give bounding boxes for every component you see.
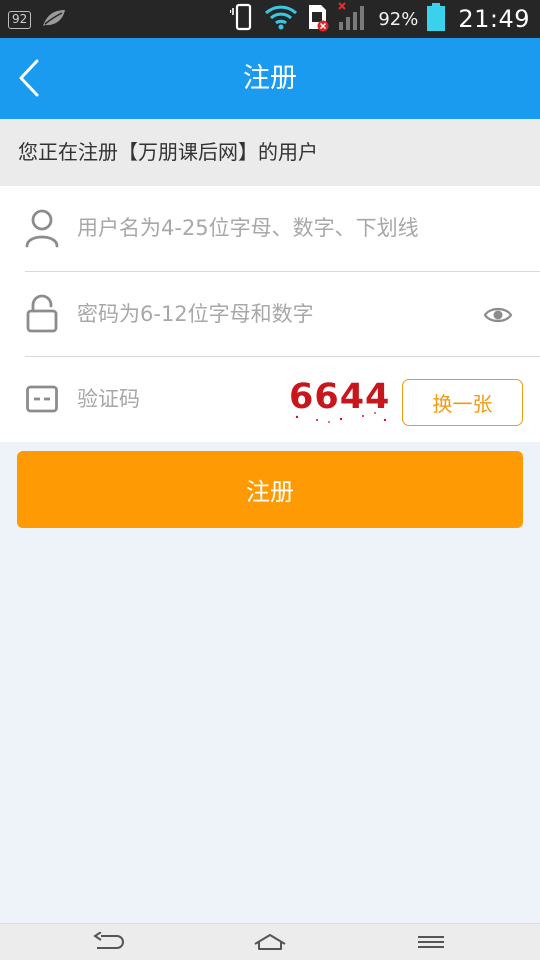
system-nav-bar [0,923,540,960]
nav-home-button[interactable] [240,927,300,957]
username-row [0,186,540,271]
back-nav-icon [93,932,124,949]
captcha-noise [295,412,387,423]
status-bar-right: 92% 21:49 [230,0,530,38]
notice-text: 您正在注册【万朋课后网】的用户 [18,140,318,164]
registration-notice: 您正在注册【万朋课后网】的用户 [0,119,540,186]
user-icon [24,208,60,248]
register-form: 6644 换一张 [0,186,540,442]
captcha-input[interactable] [77,379,267,419]
chevron-left-icon [19,59,39,97]
eye-icon [483,307,513,323]
password-input[interactable] [77,294,467,334]
header-bar: 注册 [0,38,540,119]
nav-menu-button[interactable] [401,927,461,957]
register-button[interactable]: 注册 [17,451,523,528]
menu-nav-icon [418,936,444,948]
back-button[interactable] [12,56,46,100]
sim-error-icon [306,2,330,36]
status-bar-left: 92 [8,8,67,32]
refresh-captcha-button[interactable]: 换一张 [402,379,523,426]
captcha-icon [24,379,60,419]
show-password-toggle[interactable] [482,299,514,331]
signal-icon [338,2,370,36]
page-title: 注册 [243,63,297,94]
notification-badge: 92 [8,11,32,29]
battery-icon [426,2,446,36]
status-bar: 92 92% 21:49 [0,0,540,38]
captcha-row: 6644 换一张 [0,357,540,442]
lock-icon [24,294,60,334]
leaf-icon [41,8,67,32]
password-row [0,272,540,357]
wifi-icon [264,3,298,35]
nav-back-button[interactable] [80,927,140,957]
vibrate-icon [230,2,256,36]
captcha-image[interactable]: 6644 [289,375,393,425]
home-nav-icon [254,934,286,950]
battery-percent: 92% [378,8,419,30]
username-input[interactable] [77,208,467,248]
status-clock: 21:49 [458,5,530,33]
